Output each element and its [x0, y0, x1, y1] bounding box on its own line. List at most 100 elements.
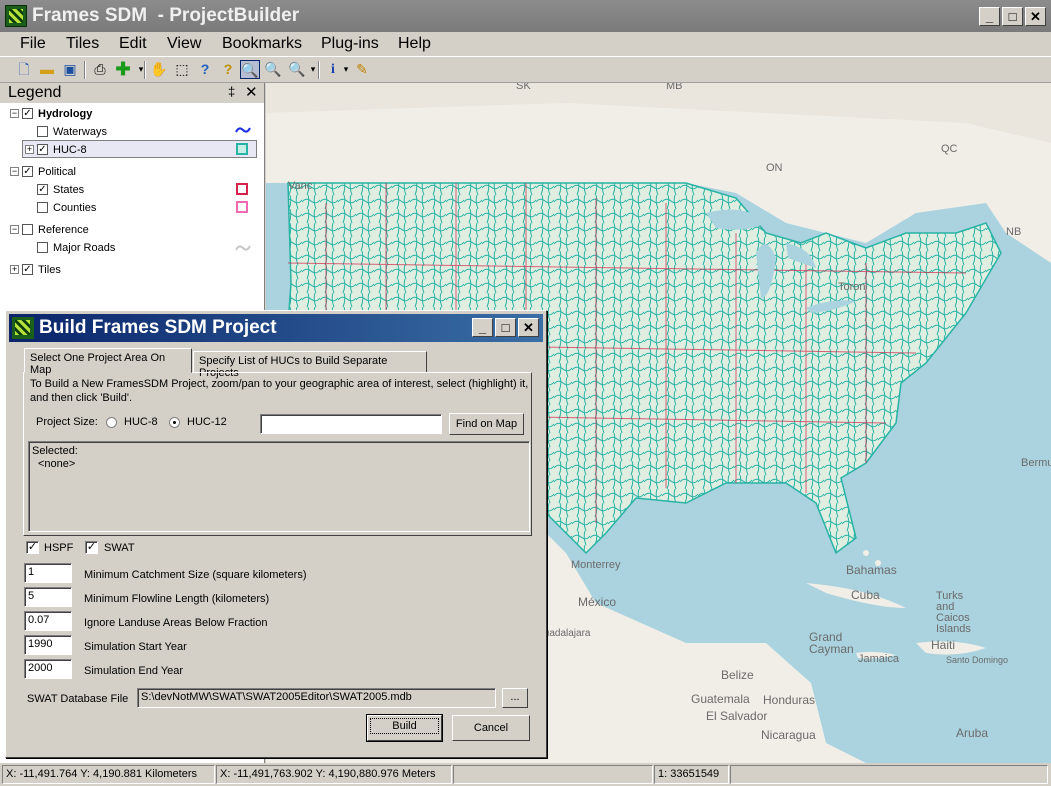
states-checkbox[interactable]: ✓	[37, 184, 48, 195]
start-year-label: Simulation Start Year	[84, 641, 187, 653]
min-flowline-label: Minimum Flowline Length (kilometers)	[84, 593, 270, 605]
menu-edit[interactable]: Edit	[119, 35, 147, 53]
legend-title: Legend	[8, 84, 62, 101]
menu-plugins[interactable]: Plug-ins	[321, 35, 379, 53]
map-label-mb: MB	[666, 83, 683, 92]
huc12-radio-label: HUC-12	[187, 416, 227, 428]
end-year-input[interactable]: 2000	[24, 659, 72, 679]
states-symbol-icon	[236, 183, 248, 195]
zoom-dropdown-icon[interactable]: ▾	[303, 60, 323, 79]
cancel-button[interactable]: Cancel	[452, 715, 530, 741]
build-button[interactable]: Build	[366, 714, 443, 742]
tiles-checkbox[interactable]: ✓	[22, 264, 33, 275]
instructions-line1: To Build a New FramesSDM Project, zoom/p…	[30, 378, 529, 390]
waterways-checkbox[interactable]	[37, 126, 48, 137]
map-label-santo-domingo: Santo Domingo	[946, 655, 1009, 665]
hspf-label: HSPF	[44, 542, 74, 554]
start-year-input[interactable]: 1990	[24, 635, 72, 655]
close-button[interactable]: ✕	[1025, 7, 1046, 26]
add-layer-dropdown-icon[interactable]: ▾	[131, 60, 151, 79]
reference-checkbox[interactable]	[22, 224, 33, 235]
map-label-jamaica: Jamaica	[858, 653, 899, 665]
pin-icon[interactable]: ‡	[228, 84, 235, 99]
map-label-grand-cayman: Grand Cayman	[809, 630, 854, 656]
min-catchment-input[interactable]: 1	[24, 563, 72, 583]
legend-layer-states[interactable]: States	[53, 182, 84, 200]
counties-checkbox[interactable]	[37, 202, 48, 213]
print-icon[interactable]: ⎙	[90, 60, 110, 79]
status-coords-km: X: -11,491.764 Y: 4,190.881 Kilometers	[2, 765, 215, 784]
menu-view[interactable]: View	[167, 35, 201, 53]
swat-checkbox[interactable]: ✓	[85, 541, 98, 554]
dialog-maximize-button[interactable]: □	[495, 318, 516, 337]
landuse-fraction-input[interactable]: 0.07	[24, 611, 72, 631]
legend-group-political[interactable]: Political	[38, 164, 76, 182]
map-label-on: ON	[766, 162, 783, 174]
swat-db-path[interactable]: S:\devNotMW\SWAT\SWAT2005Editor\SWAT2005…	[137, 688, 496, 708]
end-year-label: Simulation End Year	[84, 665, 184, 677]
hspf-checkbox[interactable]: ✓	[26, 541, 39, 554]
open-icon[interactable]: ▬	[37, 60, 57, 79]
app-logo-icon	[5, 5, 27, 27]
map-label-qc: QC	[941, 143, 958, 155]
dialog-logo-icon	[12, 317, 34, 339]
add-layer-icon[interactable]: ✚	[113, 60, 133, 79]
waterways-symbol-icon	[235, 127, 251, 133]
menu-help[interactable]: Help	[398, 35, 431, 53]
legend-group-reference[interactable]: Reference	[38, 222, 89, 240]
instructions-line2: and then click 'Build'.	[30, 392, 133, 404]
legend-layer-counties[interactable]: Counties	[53, 200, 96, 218]
dialog-minimize-button[interactable]: _	[472, 318, 493, 337]
huc8-radio-label: HUC-8	[124, 416, 158, 428]
collapse-hydrology-icon[interactable]: −	[10, 109, 19, 118]
whats-this-icon[interactable]: ?	[218, 60, 238, 79]
tab-huc-list[interactable]: Specify List of HUCs to Build Separate P…	[193, 351, 427, 379]
pan-icon[interactable]: ✋	[149, 60, 169, 79]
project-size-label: Project Size:	[36, 416, 98, 428]
legend-group-hydrology[interactable]: Hydrology	[38, 106, 92, 124]
swat-db-label: SWAT Database File	[27, 693, 129, 705]
tab-select-area[interactable]: Select One Project Area On Map	[24, 348, 192, 376]
menu-tiles[interactable]: Tiles	[66, 35, 99, 53]
dialog-close-button[interactable]: ✕	[518, 318, 539, 337]
collapse-reference-icon[interactable]: −	[10, 225, 19, 234]
find-input[interactable]	[260, 414, 442, 434]
map-label-cuba: Cuba	[851, 588, 880, 602]
new-icon[interactable]: 🗋	[14, 60, 34, 79]
map-label-mexico: México	[578, 595, 617, 609]
find-on-map-button[interactable]: Find on Map	[449, 413, 524, 435]
dialog-titlebar: Build Frames SDM Project _ □ ✕	[9, 314, 543, 342]
toolbar: 🗋 ▬ ▣ ⎙ ✚ ▾ ✋ ⬚ ? ? 🔍 🔍 🔍 ▾ i ▾ ✎	[0, 56, 1051, 83]
menu-bookmarks[interactable]: Bookmarks	[222, 35, 302, 53]
menu-file[interactable]: File	[20, 35, 46, 53]
status-bar: X: -11,491.764 Y: 4,190.881 Kilometers X…	[0, 763, 1051, 786]
selected-label: Selected:	[32, 445, 78, 457]
expand-tiles-icon[interactable]: +	[10, 265, 19, 274]
huc12-radio[interactable]	[169, 417, 180, 428]
identify-icon[interactable]: ?	[195, 60, 215, 79]
maximize-button[interactable]: □	[1002, 7, 1023, 26]
select-icon[interactable]: ⬚	[172, 60, 192, 79]
huc8-checkbox[interactable]: ✓	[37, 144, 48, 155]
counties-symbol-icon	[236, 201, 248, 213]
build-button-label: Build	[370, 718, 439, 734]
political-checkbox[interactable]: ✓	[22, 166, 33, 177]
zoom-in-icon[interactable]: 🔍	[240, 60, 260, 79]
huc8-radio[interactable]	[106, 417, 117, 428]
dialog-title: Build Frames SDM Project	[39, 317, 277, 338]
expand-huc8-icon[interactable]: +	[25, 145, 34, 154]
hydrology-checkbox[interactable]: ✓	[22, 108, 33, 119]
selected-list[interactable]: Selected: <none>	[28, 441, 530, 532]
minimize-button[interactable]: _	[979, 7, 1000, 26]
collapse-political-icon[interactable]: −	[10, 167, 19, 176]
zoom-out-icon[interactable]: 🔍	[263, 60, 283, 79]
edit-icon[interactable]: ✎	[352, 60, 372, 79]
save-icon[interactable]: ▣	[60, 60, 80, 79]
legend-group-tiles[interactable]: Tiles	[38, 262, 61, 280]
browse-button[interactable]: ...	[502, 688, 528, 708]
legend-layer-major-roads[interactable]: Major Roads	[53, 240, 115, 258]
min-flowline-input[interactable]: 5	[24, 587, 72, 607]
legend-layer-huc8[interactable]: HUC-8	[53, 142, 87, 160]
major-roads-checkbox[interactable]	[37, 242, 48, 253]
close-legend-icon[interactable]: ✕	[245, 83, 258, 101]
